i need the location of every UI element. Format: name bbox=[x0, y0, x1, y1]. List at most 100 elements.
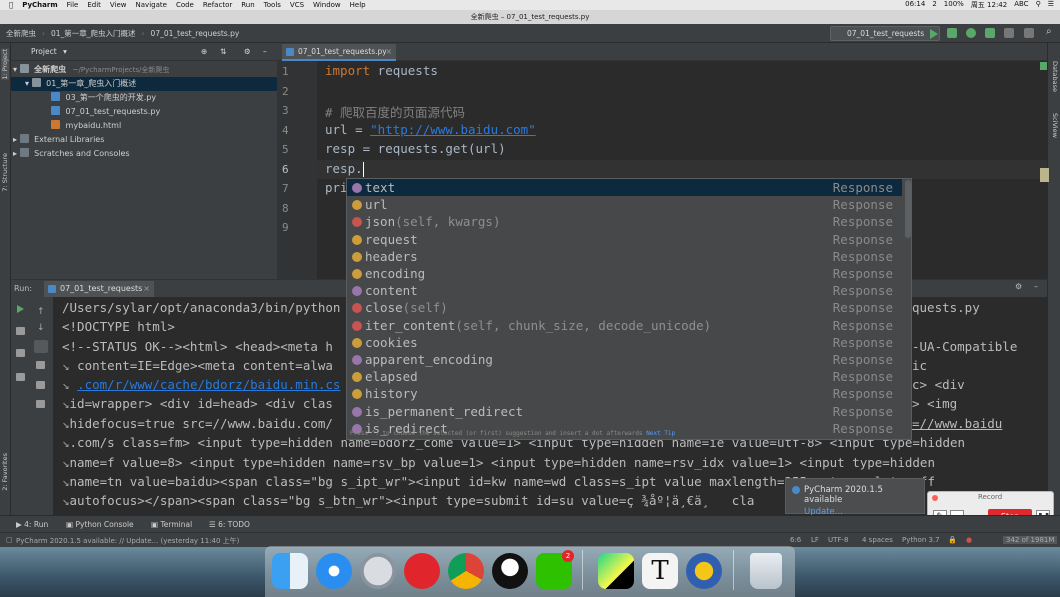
warning-marker[interactable] bbox=[1040, 168, 1049, 182]
clock[interactable]: 周五 12:42 bbox=[971, 0, 1007, 10]
search-icon[interactable]: ⚲ bbox=[1036, 0, 1041, 10]
menu-code[interactable]: Code bbox=[176, 1, 194, 9]
console-link[interactable]: .com/r/www/cache/bdorz/baidu.min.cs bbox=[77, 377, 340, 392]
tree-item-file[interactable]: 03_第一个爬虫的开发.py bbox=[51, 91, 156, 105]
tree-item-scratches[interactable]: ▸ Scratches and Consoles bbox=[13, 147, 130, 161]
tree-item-external-libraries[interactable]: ▸ External Libraries bbox=[13, 133, 104, 147]
status-icon[interactable]: ▢ bbox=[6, 536, 13, 544]
qq-icon[interactable] bbox=[492, 553, 528, 589]
profile-icon[interactable] bbox=[985, 28, 995, 38]
battery-status[interactable]: 100% bbox=[944, 0, 964, 10]
code-line-1[interactable]: import requests bbox=[325, 63, 438, 78]
completion-item[interactable]: json(self, kwargs) Response bbox=[347, 213, 902, 230]
apple-icon[interactable]:  bbox=[9, 1, 13, 9]
code-line-7[interactable]: pri bbox=[325, 180, 348, 195]
gear-icon[interactable]: ⚙ bbox=[1015, 282, 1022, 291]
completion-item[interactable]: close(self) Response bbox=[347, 299, 902, 316]
breadcrumb-file[interactable]: 07_01_test_requests.py bbox=[151, 29, 240, 38]
project-tool-tab[interactable]: 1: Project bbox=[1, 49, 9, 80]
hide-icon[interactable]: – bbox=[1034, 282, 1038, 291]
scroll-to-end-icon[interactable] bbox=[36, 361, 45, 369]
locate-icon[interactable]: ⊕ bbox=[201, 43, 207, 61]
menu-list-icon[interactable]: ☰ bbox=[1048, 0, 1054, 10]
menu-navigate[interactable]: Navigate bbox=[136, 1, 167, 9]
chrome-icon[interactable] bbox=[448, 553, 484, 589]
finder-icon[interactable] bbox=[272, 553, 308, 589]
line-separator[interactable]: LF bbox=[811, 536, 819, 544]
concurrency-icon[interactable] bbox=[1004, 28, 1014, 38]
pin-icon[interactable] bbox=[16, 373, 25, 381]
tab-python-console[interactable]: ▣ Python Console bbox=[66, 520, 134, 529]
coverage-icon[interactable] bbox=[966, 28, 976, 38]
breadcrumb-folder[interactable]: 01_第一章_爬虫入门概述 bbox=[51, 28, 136, 39]
menu-file[interactable]: File bbox=[67, 1, 79, 9]
tree-item-file[interactable]: 07_01_test_requests.py bbox=[51, 105, 160, 119]
search-everywhere-icon[interactable]: ⌕ bbox=[1046, 26, 1052, 37]
status-message[interactable]: PyCharm 2020.1.5 available: // Update...… bbox=[16, 536, 239, 546]
menu-view[interactable]: View bbox=[110, 1, 127, 9]
completion-item[interactable]: content Response bbox=[347, 282, 902, 299]
code-line-5[interactable]: resp = requests.get(url) bbox=[325, 141, 506, 156]
inspection-ok-icon[interactable] bbox=[1040, 62, 1047, 70]
sciview-tool-tab[interactable]: SciView bbox=[1051, 113, 1059, 138]
completion-item[interactable]: history Response bbox=[347, 385, 902, 402]
run-configuration-select[interactable]: 07_01_test_requests ▾ bbox=[830, 26, 940, 41]
tree-item-file[interactable]: mybaidu.html bbox=[51, 119, 121, 133]
menu-refactor[interactable]: Refactor bbox=[203, 1, 232, 9]
indent-setting[interactable]: 4 spaces bbox=[862, 536, 893, 544]
print-icon[interactable] bbox=[36, 381, 45, 389]
launchpad-icon[interactable] bbox=[360, 553, 396, 589]
completion-item[interactable]: url Response bbox=[347, 196, 902, 213]
safari-icon[interactable] bbox=[316, 553, 352, 589]
completion-item[interactable]: text Response bbox=[347, 179, 902, 196]
input-source[interactable]: ABC bbox=[1014, 0, 1028, 10]
lock-icon[interactable]: 🔒 bbox=[948, 536, 957, 544]
completion-scrollbar[interactable] bbox=[905, 180, 911, 238]
completion-item[interactable]: encoding Response bbox=[347, 265, 902, 282]
rerun-icon[interactable] bbox=[17, 305, 24, 313]
soft-wrap-icon[interactable] bbox=[34, 340, 48, 353]
stop-icon[interactable] bbox=[16, 327, 25, 335]
typora-icon[interactable]: T bbox=[642, 553, 678, 589]
database-tool-tab[interactable]: Database bbox=[1051, 61, 1059, 92]
close-icon[interactable] bbox=[932, 495, 938, 501]
breadcrumb-project[interactable]: 全新爬虫 bbox=[6, 28, 36, 39]
layout-icon[interactable] bbox=[16, 349, 25, 357]
memory-indicator[interactable]: 342 of 1981M bbox=[1003, 536, 1058, 544]
completion-item[interactable]: request Response bbox=[347, 231, 902, 248]
arrow-up-icon[interactable]: ↑ bbox=[37, 307, 45, 317]
completion-item[interactable]: is_permanent_redirect Response bbox=[347, 403, 902, 420]
project-view-selector[interactable]: Project bbox=[31, 47, 57, 56]
completion-item[interactable]: iter_content(self, chunk_size, decode_un… bbox=[347, 317, 902, 334]
favorites-tool-tab[interactable]: 2: Favorites bbox=[1, 453, 9, 491]
stop-icon[interactable] bbox=[1024, 28, 1034, 38]
completion-item[interactable]: apparent_encoding Response bbox=[347, 351, 902, 368]
expand-icon[interactable]: ⇅ bbox=[220, 43, 226, 61]
structure-tool-tab[interactable]: 7: Structure bbox=[1, 153, 9, 192]
trash-icon[interactable] bbox=[36, 400, 45, 408]
interpreter-selector[interactable]: Python 3.7 bbox=[902, 536, 940, 544]
inspector-icon[interactable]: ● bbox=[966, 536, 972, 544]
next-tip-link[interactable]: Next Tip bbox=[646, 430, 675, 437]
file-encoding[interactable]: UTF-8 bbox=[828, 536, 848, 544]
gear-icon[interactable]: ⚙ bbox=[244, 43, 251, 61]
run-icon[interactable] bbox=[930, 29, 938, 39]
menu-vcs[interactable]: VCS bbox=[290, 1, 304, 9]
tree-item-folder[interactable]: ▾ 01_第一章_爬虫入门概述 bbox=[11, 77, 277, 91]
run-tab[interactable]: 07_01_test_requests × bbox=[44, 281, 154, 297]
pycharm-icon[interactable] bbox=[598, 553, 634, 589]
netease-music-icon[interactable] bbox=[404, 553, 440, 589]
tab-run[interactable]: ▶ 4: Run bbox=[16, 520, 48, 529]
tree-item-root[interactable]: ▾ 全新爬虫 ~/PycharmProjects/全新爬虫 bbox=[13, 63, 169, 77]
close-icon[interactable]: × bbox=[386, 44, 392, 59]
arrow-down-icon[interactable]: ↓ bbox=[37, 323, 45, 333]
completion-item[interactable]: headers Response bbox=[347, 248, 902, 265]
menu-window[interactable]: Window bbox=[313, 1, 341, 9]
completion-item[interactable]: elapsed Response bbox=[347, 368, 902, 385]
hide-icon[interactable]: – bbox=[263, 43, 267, 61]
thunder-icon[interactable] bbox=[686, 553, 722, 589]
debug-icon[interactable] bbox=[947, 28, 957, 38]
menu-help[interactable]: Help bbox=[350, 1, 366, 9]
completion-item[interactable]: cookies Response bbox=[347, 334, 902, 351]
editor-tab-active[interactable]: 07_01_test_requests.py × bbox=[282, 44, 396, 61]
